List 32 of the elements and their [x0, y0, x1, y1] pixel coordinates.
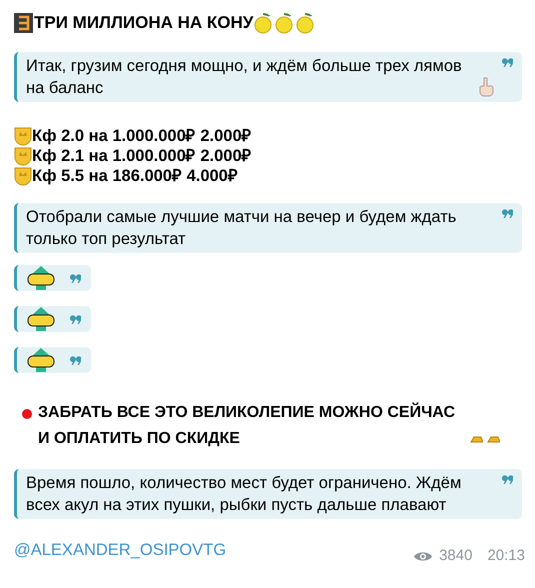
top-badge-icon: [26, 348, 56, 372]
call-to-action-text: ЗАБРАТЬ ВСЕ ЭТО ВЕЛИКОЛЕПИЕ МОЖНО СЕЙЧАС И ОПЛАТИТЬ ПО СКИДКЕ: [38, 402, 456, 449]
quote-text: Время пошло, количество мест будет ограничено. Ждём всех акул на этих пушки, рыбки пусть дальше плавают: [26, 473, 462, 516]
crown-shield-icon: [14, 126, 32, 146]
message-time: 20:13: [487, 546, 525, 566]
views-icon: [413, 550, 434, 562]
crown-shield-icon: [14, 166, 32, 186]
quote-icon: [502, 475, 513, 484]
bet-line: Кф 2.0 на 1.000.000₽ 2.000₽: [32, 126, 252, 147]
bet-line: Кф 2.1 на 1.000.000₽ 2.000₽: [32, 146, 252, 167]
digit-tile-icon: [14, 13, 33, 33]
quote-text: Итак, грузим сегодня мощно, и ждём больше трех лямов на баланс: [26, 56, 463, 99]
quote-text: Отобрали самые лучшие матчи на вечер и будем ждать только топ результат: [26, 207, 458, 250]
channel-link[interactable]: @ALEXANDER_OSIPOVTG: [14, 539, 226, 561]
ingot-icon: [487, 435, 500, 444]
bet-line: Кф 5.5 на 186.000₽ 4.000₽: [32, 166, 238, 187]
quote-icon: [70, 274, 81, 282]
quote-icon: [502, 58, 513, 67]
lemon-icon: [274, 12, 294, 34]
pointing-hand-icon: [478, 77, 494, 97]
top-badge-icon: [26, 266, 56, 290]
bullet-icon: [22, 409, 32, 419]
quote-icon: [502, 209, 513, 218]
view-count: 3840: [439, 546, 472, 566]
lemon-icon: [253, 12, 274, 34]
crown-shield-icon: [14, 146, 32, 166]
post-title: ТРИ МИЛЛИОНА НА КОНУ: [34, 12, 254, 34]
quote-icon: [70, 356, 81, 364]
lemon-icon: [295, 12, 316, 34]
ingot-icon: [470, 435, 483, 444]
quote-icon: [70, 314, 81, 324]
top-badge-icon: [26, 307, 56, 331]
